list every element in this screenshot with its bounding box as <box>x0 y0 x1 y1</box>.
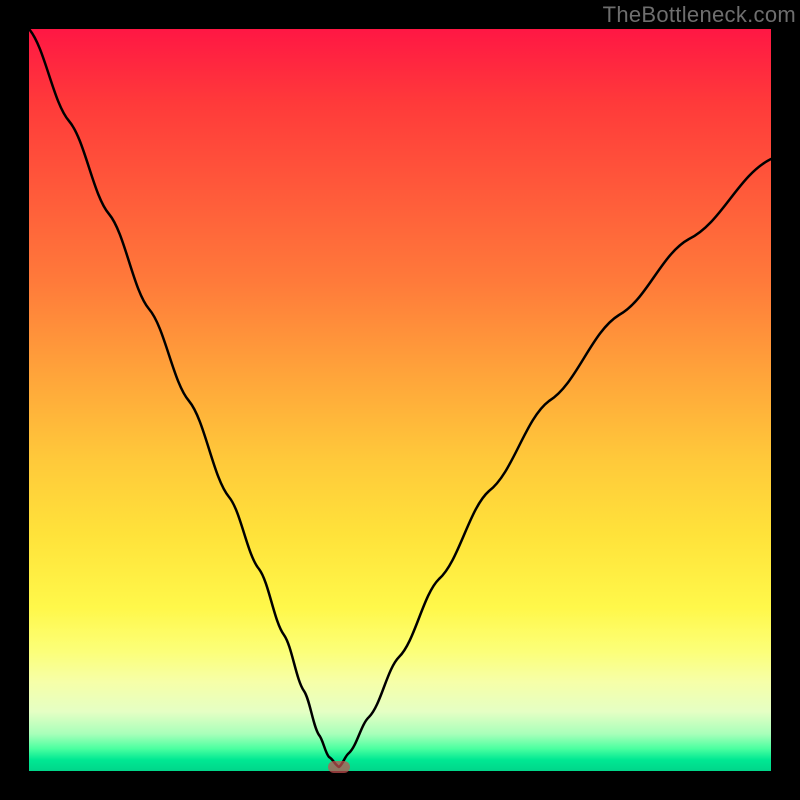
bottleneck-curve <box>29 29 771 771</box>
watermark-text: TheBottleneck.com <box>603 2 796 28</box>
optimum-marker <box>328 761 350 773</box>
chart-frame: TheBottleneck.com <box>0 0 800 800</box>
plot-area <box>29 29 771 771</box>
